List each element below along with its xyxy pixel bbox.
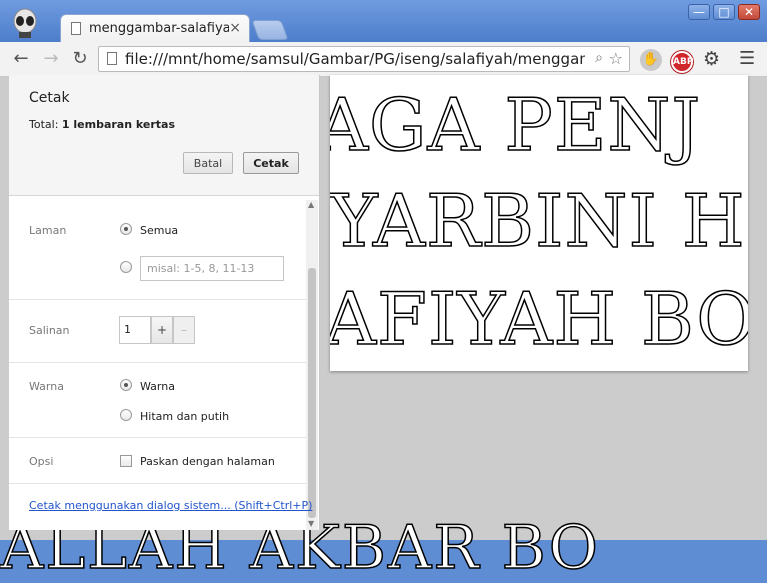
menu-icon[interactable]: ☰ [739,48,755,69]
print-settings-panel: Cetak Total: 1 lembaran kertas Batal Cet… [9,75,320,530]
back-button[interactable]: ← [10,48,32,69]
color-option-label: Warna [140,380,175,393]
preview-line-2: YARBINI H [330,179,746,263]
options-label: Opsi [29,455,54,468]
cancel-button[interactable]: Batal [183,152,233,174]
total-value: 1 lembaran kertas [61,118,176,131]
pages-all-label: Semua [140,224,179,237]
url-text[interactable]: file:///mnt/home/samsul/Gambar/PG/iseng/… [125,50,585,68]
gear-icon[interactable]: ⚙ [703,48,720,70]
color-section [9,362,306,438]
pages-range-radio[interactable] [120,261,132,273]
alien-avatar-icon[interactable] [10,8,40,38]
reload-button[interactable]: ↻ [69,48,91,69]
browser-toolbar: ← → ↻ file:///mnt/home/samsul/Gambar/PG/… [0,42,767,77]
print-header: Cetak Total: 1 lembaran kertas Batal Cet… [9,75,319,196]
pages-label: Laman [29,224,67,237]
star-icon[interactable]: ☆ [609,49,623,68]
browser-window: menggambar-salafiyah × — □ ✕ ← → ↻ file:… [0,0,767,583]
tab-close-icon[interactable]: × [229,20,241,36]
system-dialog-link[interactable]: Cetak menggunakan dialog sistem... (Shif… [29,499,312,512]
hand-extension-icon[interactable]: ✋ [640,49,662,71]
total-sheets: Total: 1 lembaran kertas [29,118,175,131]
copies-increment-button[interactable]: + [151,316,173,344]
search-icon[interactable]: ⌕ [595,50,603,66]
black-white-label: Hitam dan putih [140,410,230,423]
preview-line-3: AFIYAH BO [330,277,748,361]
maximize-button[interactable]: □ [713,4,735,20]
browser-tab[interactable]: menggambar-salafiyah × [60,14,250,42]
page-icon [107,52,117,65]
print-preview-page: AGA PENJ YARBINI H AFIYAH BO [330,75,748,371]
scroll-thumb[interactable] [308,268,316,518]
pages-section [9,207,306,300]
new-tab-button[interactable] [251,20,289,40]
color-radio[interactable] [120,379,132,391]
fit-to-page-label: Paskan dengan halaman [140,455,275,468]
address-bar[interactable]: file:///mnt/home/samsul/Gambar/PG/iseng/… [98,46,630,72]
document-icon [71,22,81,35]
tab-title: menggambar-salafiyah [89,21,229,36]
total-label: Total: [29,118,59,131]
copies-input[interactable]: 1 [119,316,151,344]
preview-line-1: AGA PENJ [330,83,702,167]
pages-all-radio[interactable] [120,223,132,235]
copies-label: Salinan [29,324,70,337]
adblock-icon[interactable]: ABP [671,51,693,73]
print-title: Cetak [29,90,70,106]
scroll-up-icon[interactable]: ▲ [308,200,314,209]
close-window-button[interactable]: ✕ [738,4,760,20]
minimize-button[interactable]: — [688,4,710,20]
fit-to-page-checkbox[interactable] [120,455,132,467]
black-white-radio[interactable] [120,409,132,421]
scroll-down-icon[interactable]: ▼ [308,519,314,528]
copies-decrement-button[interactable]: – [173,316,195,344]
settings-scrollbar[interactable]: ▲ ▼ [306,200,318,530]
page-range-input[interactable]: misal: 1-5, 8, 11-13 [140,256,284,281]
forward-button[interactable]: → [40,48,62,69]
print-button[interactable]: Cetak [243,152,299,174]
color-label: Warna [29,380,64,393]
